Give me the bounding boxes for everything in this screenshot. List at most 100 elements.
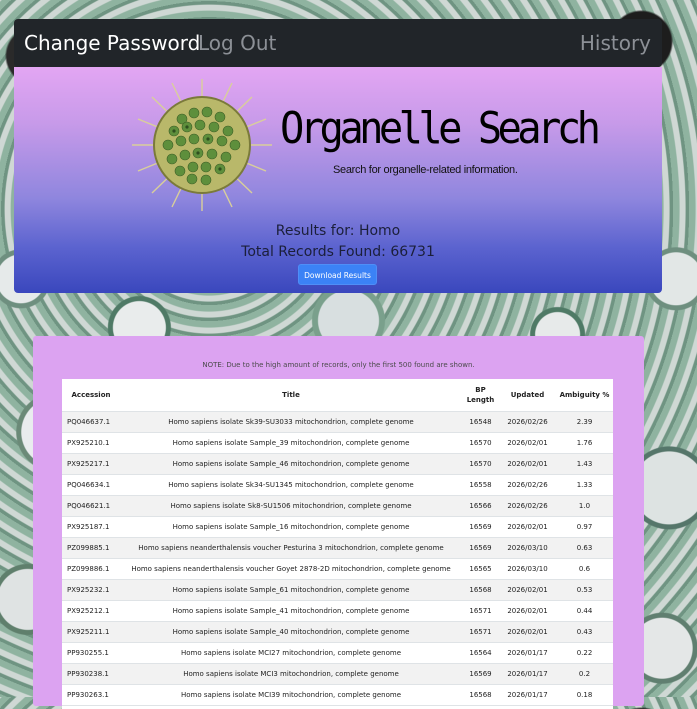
cell-updated: 2026/02/01 bbox=[499, 432, 556, 454]
cell-accession[interactable]: PP930238.1 bbox=[62, 663, 120, 685]
cell-accession[interactable]: PX925211.1 bbox=[62, 621, 120, 643]
results-table: Accession Title BP Length Updated Ambigu… bbox=[62, 379, 613, 706]
table-row[interactable]: PQ046637.1 Homo sapiens isolate Sk39-SU30… bbox=[62, 411, 613, 433]
cell-title: Homo sapiens isolate MCI39 mitochondrion… bbox=[120, 684, 462, 706]
cell-title: Homo sapiens isolate Sample_39 mitochond… bbox=[120, 432, 462, 454]
cell-accession[interactable]: PZ099886.1 bbox=[62, 558, 120, 580]
cell-title: Homo sapiens isolate Sk34-SU1345 mitocho… bbox=[120, 474, 462, 496]
cell-accession[interactable]: PP930255.1 bbox=[62, 642, 120, 664]
top-navbar: Change Password Log Out History bbox=[14, 19, 662, 67]
cell-title: Homo sapiens isolate MCI27 mitochondrion… bbox=[120, 642, 462, 664]
results-for-label: Results for: Homo bbox=[275, 223, 401, 239]
cell-updated: 2026/01/17 bbox=[499, 642, 556, 664]
total-records-label: Total Records Found: 66731 bbox=[241, 244, 435, 260]
cell-title: Homo sapiens isolate Sample_16 mitochond… bbox=[120, 516, 462, 538]
cell-accession[interactable]: PX925210.1 bbox=[62, 432, 120, 454]
cell-updated: 2026/03/10 bbox=[499, 558, 556, 580]
cell-updated: 2026/02/26 bbox=[499, 495, 556, 517]
cell-bp-length: 16566 bbox=[462, 495, 499, 517]
table-row[interactable]: PX925210.1 Homo sapiens isolate Sample_39… bbox=[62, 432, 613, 454]
table-row[interactable]: PZ099885.1 Homo sapiens neanderthalensis … bbox=[62, 537, 613, 559]
hero-banner: Organelle Search Search for organelle-re… bbox=[14, 67, 662, 293]
table-row[interactable]: PX925211.1 Homo sapiens isolate Sample_40… bbox=[62, 621, 613, 643]
table-row[interactable]: PX925232.1 Homo sapiens isolate Sample_61… bbox=[62, 579, 613, 601]
header-bp-length[interactable]: BP Length bbox=[462, 379, 499, 412]
organelle-logo-icon bbox=[132, 79, 272, 211]
table-row[interactable]: PX925217.1 Homo sapiens isolate Sample_46… bbox=[62, 453, 613, 475]
header-title[interactable]: Title bbox=[120, 379, 462, 412]
cell-ambiguity: 1.0 bbox=[556, 495, 613, 517]
cell-accession[interactable]: PQ046637.1 bbox=[62, 411, 120, 433]
cell-bp-length: 16569 bbox=[462, 663, 499, 685]
cell-bp-length: 16569 bbox=[462, 537, 499, 559]
cell-ambiguity: 1.43 bbox=[556, 453, 613, 475]
cell-bp-length: 16568 bbox=[462, 579, 499, 601]
cell-updated: 2026/02/01 bbox=[499, 579, 556, 601]
cell-bp-length: 16568 bbox=[462, 684, 499, 706]
cell-bp-length: 16570 bbox=[462, 432, 499, 454]
cell-updated: 2026/02/01 bbox=[499, 621, 556, 643]
cell-accession[interactable]: PX925217.1 bbox=[62, 453, 120, 475]
header-ambiguity[interactable]: Ambiguity % bbox=[556, 379, 613, 412]
cell-title: Homo sapiens isolate MCI3 mitochondrion,… bbox=[120, 663, 462, 685]
table-row[interactable]: PP930238.1 Homo sapiens isolate MCI3 mito… bbox=[62, 663, 613, 685]
cell-accession[interactable]: PX925212.1 bbox=[62, 600, 120, 622]
cell-updated: 2026/01/17 bbox=[499, 684, 556, 706]
table-row[interactable]: PZ099886.1 Homo sapiens neanderthalensis … bbox=[62, 558, 613, 580]
cell-accession[interactable]: PP930263.1 bbox=[62, 684, 120, 706]
cell-accession[interactable]: PQ046621.1 bbox=[62, 495, 120, 517]
page-subtitle: Search for organelle-related information… bbox=[333, 164, 518, 176]
cell-updated: 2026/02/26 bbox=[499, 411, 556, 433]
results-table-container: Accession Title BP Length Updated Ambigu… bbox=[62, 379, 613, 709]
cell-accession[interactable]: PX925232.1 bbox=[62, 579, 120, 601]
table-row[interactable]: PP930255.1 Homo sapiens isolate MCI27 mit… bbox=[62, 642, 613, 664]
cell-title: Homo sapiens isolate Sample_40 mitochond… bbox=[120, 621, 462, 643]
cell-bp-length: 16548 bbox=[462, 411, 499, 433]
table-row[interactable]: PX925187.1 Homo sapiens isolate Sample_16… bbox=[62, 516, 613, 538]
history-link[interactable]: History bbox=[580, 31, 651, 55]
cell-bp-length: 16564 bbox=[462, 642, 499, 664]
cell-ambiguity: 0.18 bbox=[556, 684, 613, 706]
table-row[interactable]: PX925212.1 Homo sapiens isolate Sample_41… bbox=[62, 600, 613, 622]
cell-ambiguity: 2.39 bbox=[556, 411, 613, 433]
cell-bp-length: 16569 bbox=[462, 516, 499, 538]
cell-title: Homo sapiens isolate Sample_41 mitochond… bbox=[120, 600, 462, 622]
cell-ambiguity: 0.2 bbox=[556, 663, 613, 685]
header-updated[interactable]: Updated bbox=[499, 379, 556, 412]
cell-ambiguity: 0.53 bbox=[556, 579, 613, 601]
change-password-link[interactable]: Change Password bbox=[24, 31, 200, 55]
cell-accession[interactable]: PQ046634.1 bbox=[62, 474, 120, 496]
cell-title: Homo sapiens neanderthalensis voucher Pe… bbox=[120, 537, 462, 559]
cell-ambiguity: 0.63 bbox=[556, 537, 613, 559]
cell-title: Homo sapiens isolate Sk8-SU1506 mitochon… bbox=[120, 495, 462, 517]
cell-accession[interactable]: PZ099885.1 bbox=[62, 537, 120, 559]
cell-ambiguity: 0.43 bbox=[556, 621, 613, 643]
log-out-link[interactable]: Log Out bbox=[198, 31, 276, 55]
cell-updated: 2026/02/01 bbox=[499, 516, 556, 538]
table-row[interactable]: PQ046621.1 Homo sapiens isolate Sk8-SU150… bbox=[62, 495, 613, 517]
cell-ambiguity: 0.97 bbox=[556, 516, 613, 538]
cell-ambiguity: 1.33 bbox=[556, 474, 613, 496]
cell-updated: 2026/02/26 bbox=[499, 474, 556, 496]
results-panel: NOTE: Due to the high amount of records,… bbox=[33, 336, 644, 709]
cell-title: Homo sapiens neanderthalensis voucher Go… bbox=[120, 558, 462, 580]
cell-title: Homo sapiens isolate Sk39-SU3033 mitocho… bbox=[120, 411, 462, 433]
cell-bp-length: 16558 bbox=[462, 474, 499, 496]
cell-updated: 2026/01/17 bbox=[499, 663, 556, 685]
table-row[interactable]: PP930263.1 Homo sapiens isolate MCI39 mit… bbox=[62, 684, 613, 706]
header-accession[interactable]: Accession bbox=[62, 379, 120, 412]
cell-title: Homo sapiens isolate Sample_46 mitochond… bbox=[120, 453, 462, 475]
cell-updated: 2026/02/01 bbox=[499, 600, 556, 622]
cell-bp-length: 16571 bbox=[462, 600, 499, 622]
table-row[interactable]: PQ046634.1 Homo sapiens isolate Sk34-SU13… bbox=[62, 474, 613, 496]
cell-bp-length: 16571 bbox=[462, 621, 499, 643]
cell-ambiguity: 0.22 bbox=[556, 642, 613, 664]
cell-title: Homo sapiens isolate Sample_61 mitochond… bbox=[120, 579, 462, 601]
cell-updated: 2026/03/10 bbox=[499, 537, 556, 559]
cell-bp-length: 16565 bbox=[462, 558, 499, 580]
cell-ambiguity: 1.76 bbox=[556, 432, 613, 454]
cell-accession[interactable]: PX925187.1 bbox=[62, 516, 120, 538]
download-results-button[interactable]: Download Results bbox=[298, 264, 377, 285]
cell-ambiguity: 0.6 bbox=[556, 558, 613, 580]
records-note: NOTE: Due to the high amount of records,… bbox=[202, 361, 475, 369]
